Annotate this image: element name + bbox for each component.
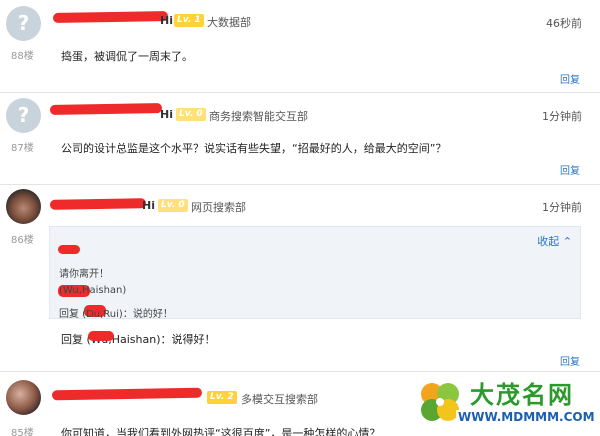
timestamp: 46秒前 [546,17,582,30]
reply-link[interactable]: 回复 [560,162,580,177]
watermark-title: 大茂名网 [470,381,574,409]
department-label: 商务搜索智能交互部 [209,110,308,123]
department-label: 多模交互搜索部 [241,393,318,406]
avatar[interactable] [6,380,41,415]
post-88: ? Hi Lv. 1 大数据部 46秒前 88楼 捣蛋，被调侃了一周末了。 回复 [0,0,600,94]
sub-reply-text: 回复 (Du,Rui)：说的好！ [59,309,173,320]
avatar[interactable]: ? [6,98,41,133]
post-87: ? Hi Lv. 0 商务搜索智能交互部 1分钟前 87楼 公司的设计总监是这个… [0,94,600,184]
redacted-username [58,245,80,254]
level-badge: Lv. 0 [158,199,188,212]
divider [0,92,600,93]
username-suffix[interactable]: Hi [160,14,173,27]
department-label: 网页搜索部 [191,201,246,214]
redacted-username [49,198,147,210]
floor-number: 85楼 [11,428,34,436]
redacted-username [49,103,163,115]
sub-reply-author[interactable]: (Wu,Haishan) [59,285,126,296]
post-content: 捣蛋，被调侃了一周末了。 [61,50,193,63]
floor-number: 86楼 [11,235,34,246]
avatar[interactable] [6,189,41,224]
redacted-username [52,10,169,24]
timestamp: 1分钟前 [542,201,582,214]
department-label: 大数据部 [207,16,251,29]
watermark-url: WWW.MDMMM.COM [456,410,597,424]
reply-link[interactable]: 回复 [560,353,580,368]
username-suffix[interactable]: Hi [160,108,173,121]
level-badge: Lv. 1 [174,14,204,27]
timestamp: 1分钟前 [542,110,582,123]
redacted-username [88,331,114,341]
post-content: 公司的设计总监是这个水平？说实话有些失望，“招最好的人，给最大的空间”？ [61,142,447,155]
floor-number: 88楼 [11,51,34,62]
floor-number: 87楼 [11,143,34,154]
sub-reply-text: 请你离开！ [59,269,109,280]
level-badge: Lv. 0 [176,108,206,121]
post-content: 你可知道，当我们看到外网热评“这很百度”，是一种怎样的心情？ [61,427,381,436]
sub-reply-panel: 收起 ⌃ 请你离开！ (Wu,Haishan) 回复 (Du,Rui)：说的好！ [49,226,581,320]
avatar[interactable]: ? [6,6,41,41]
redacted-username [51,387,203,401]
site-watermark: 大茂名网 WWW.MDMMM.COM [412,374,600,436]
reply-link[interactable]: 回复 [560,71,580,86]
username-suffix[interactable]: Hi [142,199,155,212]
level-badge: Lv. 2 [207,391,237,404]
post-content: 回复 (Wu,Haishan)：说得好！ [61,333,216,346]
collapse-toggle[interactable]: 收起 ⌃ [537,233,572,249]
